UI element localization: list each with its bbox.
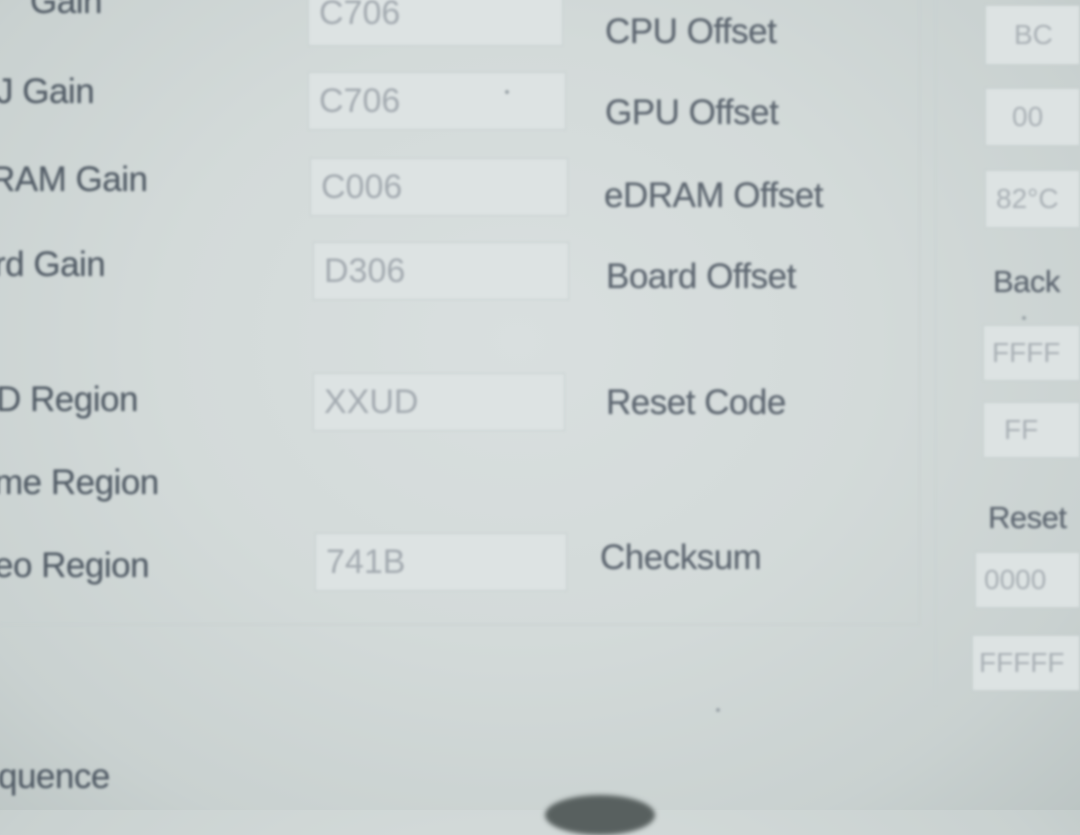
gpu-offset-field[interactable]: 00 bbox=[985, 88, 1080, 146]
video-region-label: eo Region bbox=[0, 546, 150, 585]
game-region-label: me Region bbox=[0, 463, 159, 502]
board-value-field[interactable]: FFFF bbox=[983, 325, 1080, 381]
backup-label: Back bbox=[993, 264, 1060, 299]
gpu-gain-field[interactable]: C706 bbox=[308, 72, 566, 130]
board-gain-label: rd Gain bbox=[0, 245, 106, 284]
reset-label: Reset bbox=[988, 500, 1067, 535]
screen-speck bbox=[505, 90, 509, 94]
edram-gain-label: RAM Gain bbox=[0, 160, 148, 199]
checksum-value-field[interactable]: FFFFF bbox=[972, 635, 1080, 691]
screen-speck bbox=[716, 708, 720, 712]
cpu-gain-label: Gain bbox=[30, 0, 102, 21]
screen-speck bbox=[1022, 316, 1026, 320]
reset-code-label: Reset Code bbox=[606, 383, 786, 422]
gpu-gain-label: J Gain bbox=[0, 72, 95, 111]
cpu-offset-field[interactable]: BC bbox=[985, 5, 1080, 65]
sequence-label: quence bbox=[0, 757, 110, 796]
edram-offset-field[interactable]: 82°C bbox=[985, 170, 1080, 228]
checksum-label: Checksum bbox=[600, 538, 762, 577]
edram-gain-field[interactable]: C006 bbox=[310, 158, 568, 216]
reset-code-field[interactable]: FF bbox=[983, 402, 1080, 458]
edram-offset-label: eDRAM Offset bbox=[604, 176, 823, 215]
board-offset-label: Board Offset bbox=[606, 257, 796, 296]
cpu-offset-label: CPU Offset bbox=[605, 12, 777, 51]
video-region-field[interactable]: 741B bbox=[315, 533, 567, 591]
cpu-gain-field[interactable]: C706 bbox=[308, 0, 563, 46]
dvd-region-label: D Region bbox=[0, 380, 138, 419]
dvd-region-field[interactable]: XXUD bbox=[313, 373, 565, 431]
board-gain-field[interactable]: D306 bbox=[313, 242, 569, 300]
bottom-control-knob bbox=[545, 795, 655, 835]
gpu-offset-label: GPU Offset bbox=[605, 93, 779, 132]
reset-value-field[interactable]: 0000 bbox=[975, 552, 1080, 608]
screen: Gain J Gain RAM Gain rd Gain D Region me… bbox=[0, 0, 1080, 835]
